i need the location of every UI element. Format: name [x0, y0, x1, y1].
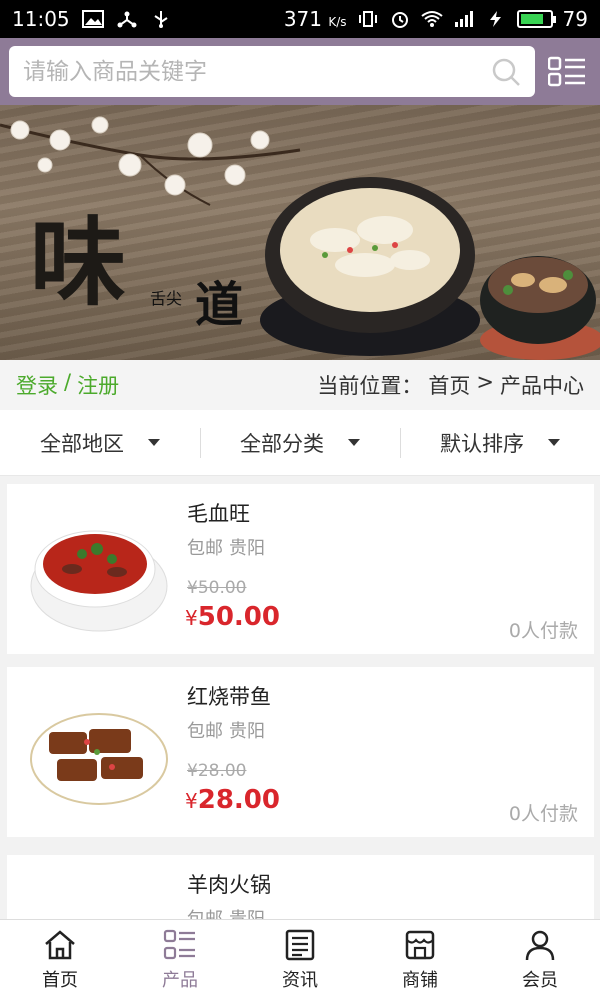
product-image-maoxuewang: [30, 530, 168, 632]
nav-products-label: 产品: [162, 970, 198, 991]
auth-links: 登录 / 注册: [16, 370, 119, 400]
news-icon: [285, 929, 315, 961]
user-icon: [525, 930, 555, 961]
filter-region[interactable]: 全部地区: [0, 410, 200, 475]
product-card[interactable]: 红烧带鱼 包邮 贵阳 ¥28.00 ¥28.00 0人付款: [7, 667, 594, 837]
price-value: 28.00: [197, 785, 280, 815]
product-original-price: ¥50.00: [187, 578, 247, 598]
search-box: [9, 46, 535, 97]
caret-down-icon: [348, 439, 360, 446]
currency-symbol: ¥: [185, 606, 198, 630]
vibrate-icon: [358, 11, 377, 27]
nav-news-label: 资讯: [282, 970, 318, 991]
product-list: 毛血旺 包邮 贵阳 ¥50.00 ¥50.00 0人付款 红烧带鱼 包邮 贵阳 …: [0, 476, 600, 919]
bottom-nav: 首页 产品 资讯 商铺 会员: [0, 919, 600, 1000]
filter-category-label: 全部分类: [240, 431, 324, 456]
product-original-price: ¥28.00: [187, 761, 247, 781]
share-icon: [117, 11, 137, 28]
currency-symbol: ¥: [185, 789, 198, 813]
promo-banner[interactable]: 味 舌尖 道: [0, 105, 600, 360]
product-shipping: 包邮: [187, 538, 223, 559]
shop-icon: [405, 930, 435, 960]
product-location: 包邮 贵阳: [187, 534, 265, 560]
product-paid-count: 0人付款: [508, 803, 578, 825]
product-card[interactable]: 羊肉火锅 包邮 贵阳: [7, 855, 594, 919]
signal-icon: [454, 11, 473, 27]
network-speed: 371 K/s: [283, 7, 347, 31]
side-dish-bowl-image: [480, 256, 600, 360]
status-time: 11:05: [12, 7, 70, 31]
banner-title-small: 舌尖: [150, 289, 183, 308]
category-menu-icon[interactable]: [548, 56, 586, 88]
breadcrumb-row: 登录 / 注册 当前位置： 首页 > 产品中心: [0, 360, 600, 410]
nav-shop[interactable]: 商铺: [360, 920, 480, 1000]
filter-category[interactable]: 全部分类: [200, 410, 400, 475]
product-name: 毛血旺: [187, 502, 250, 526]
breadcrumb: 当前位置： 首页 > 产品中心: [317, 370, 584, 400]
product-location: 包邮 贵阳: [187, 905, 265, 919]
nav-news[interactable]: 资讯: [240, 920, 360, 1000]
list-icon: [163, 929, 195, 960]
product-shipping: 包邮: [187, 905, 223, 919]
nav-products[interactable]: 产品: [120, 920, 240, 1000]
caret-down-icon: [548, 439, 560, 446]
product-city: 贵阳: [229, 721, 265, 742]
product-price: ¥28.00: [185, 785, 280, 815]
search-input[interactable]: [23, 58, 491, 85]
nav-member[interactable]: 会员: [480, 920, 600, 1000]
product-city: 贵阳: [229, 538, 265, 559]
product-card[interactable]: 毛血旺 包邮 贵阳 ¥50.00 ¥50.00 0人付款: [7, 484, 594, 654]
login-link[interactable]: 登录: [16, 370, 58, 400]
product-city: 贵阳: [229, 905, 265, 919]
register-link[interactable]: 注册: [77, 370, 119, 400]
nav-home[interactable]: 首页: [0, 920, 120, 1000]
breadcrumb-arrow: >: [476, 370, 494, 394]
wifi-icon: [420, 11, 443, 27]
product-location: 包邮 贵阳: [187, 717, 265, 743]
product-price: ¥50.00: [185, 602, 280, 632]
charging-icon: [489, 11, 501, 27]
caret-down-icon: [148, 439, 160, 446]
status-bar: 11:05 371 K/s 79: [0, 0, 600, 38]
battery-icon: [516, 10, 556, 28]
filter-bar: 全部地区 全部分类 默认排序: [0, 410, 600, 476]
nav-member-label: 会员: [522, 970, 558, 991]
banner-title-dao: 道: [195, 277, 244, 333]
nav-shop-label: 商铺: [402, 970, 438, 991]
breadcrumb-current: 产品中心: [500, 374, 584, 398]
battery-percent: 79: [562, 7, 588, 31]
filter-region-label: 全部地区: [40, 431, 124, 456]
image-icon: [81, 10, 104, 28]
filter-sort-label: 默认排序: [440, 431, 524, 456]
breadcrumb-home[interactable]: 首页: [428, 370, 470, 400]
breadcrumb-prefix: 当前位置：: [317, 374, 423, 398]
alarm-icon: [391, 12, 408, 28]
filter-sort[interactable]: 默认排序: [400, 410, 600, 475]
product-name: 红烧带鱼: [187, 685, 271, 709]
product-name: 羊肉火锅: [187, 873, 271, 897]
auth-separator: /: [64, 370, 72, 394]
clay-pot-dish-image: [260, 177, 480, 356]
search-icon[interactable]: [491, 57, 521, 87]
product-image-yangrou-huoguo: [27, 885, 172, 919]
banner-title-main: 味: [30, 206, 126, 319]
nav-home-label: 首页: [42, 970, 78, 991]
product-image-hongshao-daiyu: [30, 713, 168, 805]
price-value: 50.00: [197, 602, 280, 632]
home-icon: [45, 930, 75, 960]
usb-icon: [154, 11, 168, 28]
product-shipping: 包邮: [187, 721, 223, 742]
product-paid-count: 0人付款: [508, 620, 578, 642]
search-header: [0, 38, 600, 105]
